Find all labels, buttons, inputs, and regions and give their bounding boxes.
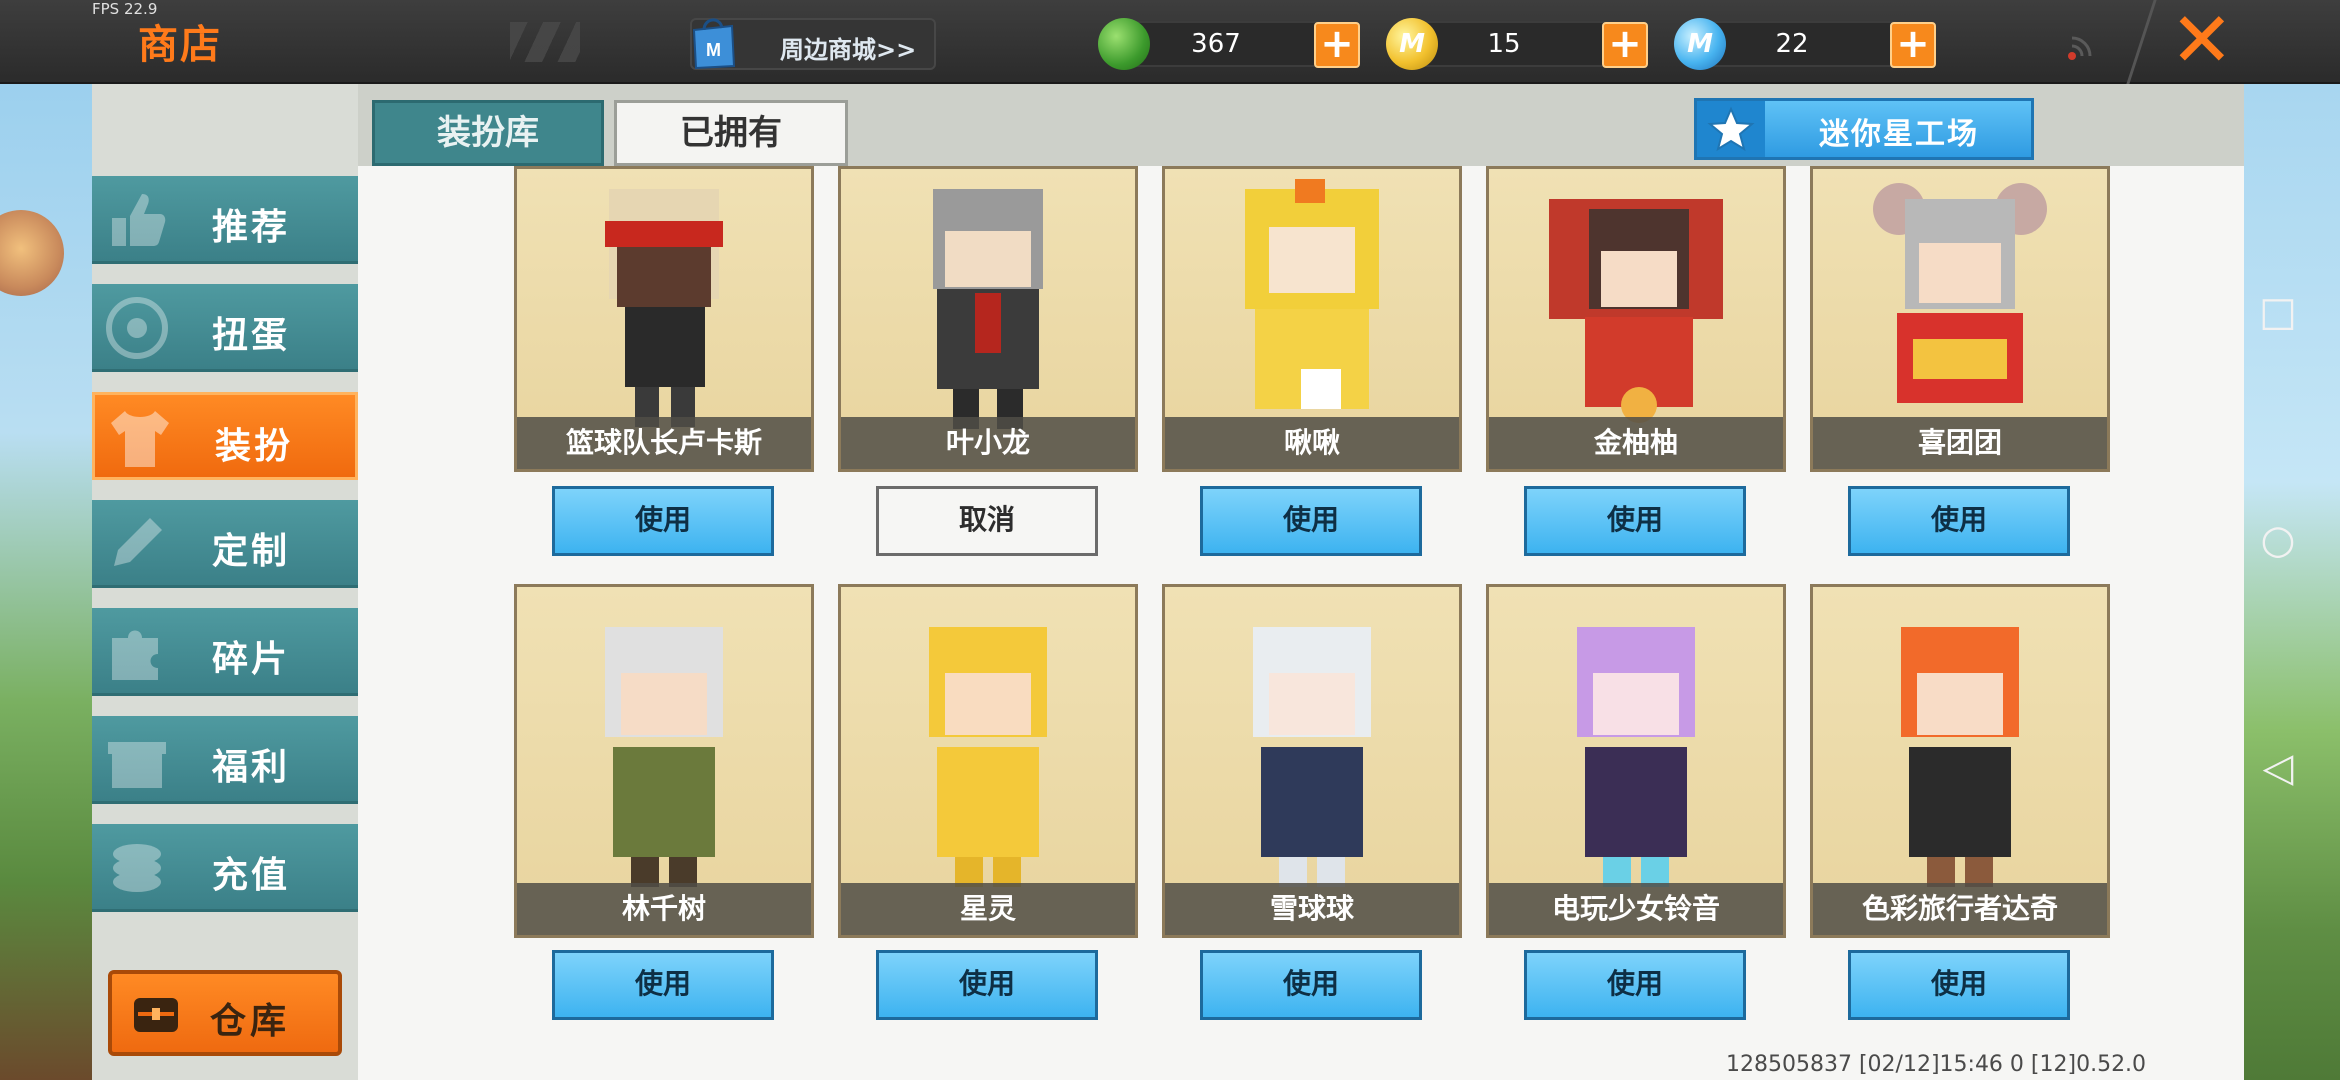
item-card[interactable]: 电玩少女铃音 bbox=[1486, 584, 1786, 938]
item-name: 金柚柚 bbox=[1593, 426, 1678, 459]
coins-icon bbox=[113, 844, 161, 892]
sidebar-item-fragments[interactable]: 碎片 bbox=[92, 608, 358, 696]
use-button[interactable]: 使用 bbox=[1200, 486, 1422, 556]
sidebar-item-benefits[interactable]: 福利 bbox=[92, 716, 358, 804]
star-badge bbox=[1697, 101, 1765, 157]
use-button[interactable]: 使用 bbox=[1524, 950, 1746, 1020]
signal-icon bbox=[2068, 36, 2092, 60]
top-bar: FPS 22.9 商店 M 周边商城>> 367 + M 15 + M 22 +… bbox=[0, 0, 2340, 84]
capsule-icon bbox=[106, 297, 168, 359]
back-nav-icon[interactable]: ◁ bbox=[2256, 746, 2300, 790]
item-name: 篮球队长卢卡斯 bbox=[565, 426, 762, 459]
warehouse-button[interactable]: 仓库 bbox=[108, 970, 342, 1056]
tab-owned[interactable]: 已拥有 bbox=[614, 100, 848, 166]
star-icon bbox=[1707, 106, 1755, 152]
add-mini-coins-button[interactable]: + bbox=[1890, 22, 1936, 68]
coin-count: 15 bbox=[1487, 29, 1521, 59]
item-name: 喜团团 bbox=[1917, 426, 2002, 459]
item-name: 电玩少女铃音 bbox=[1551, 892, 1720, 925]
item-card[interactable]: 篮球队长卢卡斯 bbox=[514, 166, 814, 472]
main-panel: 装扮库 已拥有 迷你星工场 篮球队长卢卡斯 叶小龙 啾啾 金柚柚 喜团团 使用 … bbox=[358, 84, 2244, 1080]
build-info: 128505837 [02/12]15:46 0 [12]0.52.0 bbox=[1726, 1052, 2147, 1077]
game-world-background-right: □ ○ ◁ bbox=[2244, 84, 2340, 1080]
tshirt-icon bbox=[111, 411, 169, 467]
merch-mall-button[interactable]: M 周边商城>> bbox=[690, 18, 936, 70]
sidebar-item-customize[interactable]: 定制 bbox=[92, 500, 358, 588]
close-icon[interactable]: ✕ bbox=[2170, 2, 2234, 78]
pencil-icon bbox=[114, 518, 162, 566]
gift-icon bbox=[108, 742, 166, 788]
item-card[interactable]: 星灵 bbox=[838, 584, 1138, 938]
sidebar-item-label: 福利 bbox=[212, 747, 291, 788]
use-button[interactable]: 使用 bbox=[1524, 486, 1746, 556]
shopping-bag-icon: M bbox=[692, 18, 736, 70]
chest-icon bbox=[134, 998, 178, 1032]
tab-label: 已拥有 bbox=[680, 113, 782, 153]
tab-label: 装扮库 bbox=[437, 113, 539, 153]
mini-workshop-button[interactable]: 迷你星工场 bbox=[1694, 98, 2034, 160]
mini-coin-count: 22 bbox=[1775, 29, 1809, 59]
home-nav-icon[interactable]: ○ bbox=[2256, 518, 2300, 562]
tab-outfit-library[interactable]: 装扮库 bbox=[372, 100, 604, 166]
item-name: 林千树 bbox=[621, 892, 706, 925]
recents-nav-icon[interactable]: □ bbox=[2256, 290, 2300, 334]
item-name: 色彩旅行者达奇 bbox=[1861, 892, 2058, 925]
use-button[interactable]: 使用 bbox=[1200, 950, 1422, 1020]
item-card[interactable]: 雪球球 bbox=[1162, 584, 1462, 938]
cancel-button[interactable]: 取消 bbox=[876, 486, 1098, 556]
merch-mall-label: 周边商城>> bbox=[780, 36, 917, 64]
sidebar-item-recommend[interactable]: 推荐 bbox=[92, 176, 358, 264]
gem-count: 367 bbox=[1191, 29, 1241, 59]
decor-stripes bbox=[510, 22, 580, 62]
warehouse-label: 仓库 bbox=[210, 1001, 291, 1042]
item-card[interactable]: 叶小龙 bbox=[838, 166, 1138, 472]
page-title: 商店 bbox=[138, 22, 222, 68]
sidebar-item-label: 充值 bbox=[212, 855, 291, 896]
item-name: 星灵 bbox=[959, 892, 1016, 925]
puzzle-icon bbox=[112, 630, 158, 680]
use-button[interactable]: 使用 bbox=[876, 950, 1098, 1020]
item-card[interactable]: 啾啾 bbox=[1162, 166, 1462, 472]
item-card[interactable]: 金柚柚 bbox=[1486, 166, 1786, 472]
use-button[interactable]: 使用 bbox=[552, 486, 774, 556]
sidebar-item-capsule[interactable]: 扭蛋 bbox=[92, 284, 358, 372]
thumbs-up-icon bbox=[112, 194, 166, 246]
item-card[interactable]: 林千树 bbox=[514, 584, 814, 938]
use-button[interactable]: 使用 bbox=[1848, 950, 2070, 1020]
item-card[interactable]: 色彩旅行者达奇 bbox=[1810, 584, 2110, 938]
divider bbox=[2126, 0, 2157, 84]
sidebar-item-label: 推荐 bbox=[212, 207, 291, 248]
item-name: 叶小龙 bbox=[945, 426, 1030, 459]
sidebar-item-label: 扭蛋 bbox=[212, 315, 291, 356]
sidebar-item-label: 装扮 bbox=[215, 426, 294, 467]
sidebar-item-label: 定制 bbox=[212, 531, 291, 572]
owned-items-grid: 篮球队长卢卡斯 叶小龙 啾啾 金柚柚 喜团团 使用 取消 使用 使用 使用 林千… bbox=[358, 166, 2244, 1080]
sidebar-item-label: 碎片 bbox=[212, 639, 291, 680]
item-card[interactable]: 喜团团 bbox=[1810, 166, 2110, 472]
workshop-label: 迷你星工场 bbox=[1819, 117, 1979, 152]
add-gems-button[interactable]: + bbox=[1314, 22, 1360, 68]
use-button[interactable]: 使用 bbox=[552, 950, 774, 1020]
sidebar-item-recharge[interactable]: 充值 bbox=[92, 824, 358, 912]
add-coins-button[interactable]: + bbox=[1602, 22, 1648, 68]
item-name: 啾啾 bbox=[1283, 426, 1340, 459]
sidebar: 推荐 扭蛋 装扮 定制 碎片 福利 充值 仓库 bbox=[92, 84, 358, 1080]
item-name: 雪球球 bbox=[1269, 892, 1354, 925]
svg-text:M: M bbox=[706, 40, 721, 60]
sidebar-item-outfit[interactable]: 装扮 bbox=[92, 392, 358, 480]
use-button[interactable]: 使用 bbox=[1848, 486, 2070, 556]
